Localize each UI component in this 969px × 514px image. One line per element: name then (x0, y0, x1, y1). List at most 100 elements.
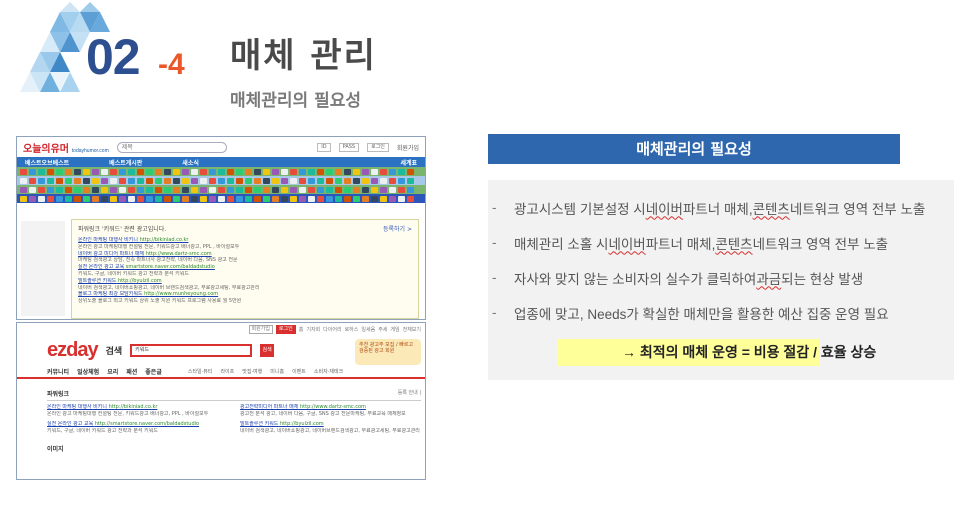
board-icon[interactable] (317, 168, 324, 175)
board-icon[interactable] (344, 186, 351, 193)
board-icon[interactable] (137, 195, 144, 202)
board-icon[interactable] (29, 186, 36, 193)
board-icon[interactable] (137, 186, 144, 193)
board-icon[interactable] (263, 186, 270, 193)
s1-search-input[interactable]: 제목 (116, 141, 227, 153)
board-icon[interactable] (65, 186, 72, 193)
board-icon[interactable] (155, 195, 162, 202)
board-icon[interactable] (335, 168, 342, 175)
s2-ad-link[interactable]: 빌트솔루션 키워드 http://byulzil.com (240, 421, 421, 428)
s1-id-field[interactable]: ID (317, 142, 331, 152)
board-icon[interactable] (407, 168, 414, 175)
board-icon[interactable] (200, 195, 207, 202)
board-icon[interactable] (182, 168, 189, 175)
board-icon[interactable] (407, 195, 414, 202)
s1-ad-link[interactable]: 온라인 마케팅 대행사 비키니 http://bikiniad.co.kr (78, 237, 412, 244)
board-icon[interactable] (281, 168, 288, 175)
board-icon[interactable] (110, 186, 117, 193)
board-icon[interactable] (101, 177, 108, 184)
board-icon[interactable] (164, 186, 171, 193)
s2-top-link[interactable]: 다이어리 (323, 326, 341, 333)
s2-signup-button[interactable]: 회원가입 (248, 324, 273, 334)
board-icon[interactable] (362, 168, 369, 175)
s1-nav-item[interactable]: 베스트오브베스트 (25, 158, 69, 167)
s2-top-link[interactable]: 홈 (299, 326, 304, 333)
board-icon[interactable] (299, 195, 306, 202)
board-icon[interactable] (353, 168, 360, 175)
board-icon[interactable] (281, 177, 288, 184)
s1-ad-link[interactable]: 네이버 광고 미디어 파트너 매체 http://www.dartz-smc.c… (78, 251, 412, 258)
board-icon[interactable] (83, 168, 90, 175)
board-icon[interactable] (353, 186, 360, 193)
board-icon[interactable] (191, 186, 198, 193)
board-icon[interactable] (362, 195, 369, 202)
board-icon[interactable] (101, 186, 108, 193)
board-icon[interactable] (92, 168, 99, 175)
board-icon[interactable] (128, 168, 135, 175)
board-icon[interactable] (92, 195, 99, 202)
board-icon[interactable] (155, 168, 162, 175)
board-icon[interactable] (389, 168, 396, 175)
board-icon[interactable] (191, 168, 198, 175)
board-icon[interactable] (38, 168, 45, 175)
board-icon[interactable] (146, 177, 153, 184)
board-icon[interactable] (398, 195, 405, 202)
s2-promo-banner[interactable]: 추천 광고주 모집 / 빠르고 검증된 광고 회원 (355, 339, 421, 365)
board-icon[interactable] (380, 177, 387, 184)
board-icon[interactable] (398, 168, 405, 175)
board-icon[interactable] (20, 195, 27, 202)
board-icon[interactable] (371, 186, 378, 193)
board-icon[interactable] (236, 168, 243, 175)
board-icon[interactable] (29, 168, 36, 175)
board-icon[interactable] (182, 186, 189, 193)
board-icon[interactable] (335, 186, 342, 193)
board-icon[interactable] (119, 186, 126, 193)
board-icon[interactable] (119, 168, 126, 175)
s1-ad-link[interactable]: 빌트솔루션 키워드 http://byulzil.com (78, 278, 412, 285)
board-icon[interactable] (236, 195, 243, 202)
board-icon[interactable] (227, 168, 234, 175)
board-icon[interactable] (218, 177, 225, 184)
board-icon[interactable] (380, 168, 387, 175)
board-icon[interactable] (317, 186, 324, 193)
board-icon[interactable] (308, 186, 315, 193)
s2-ad-link[interactable]: 광고전략미디어 파트너 매체 http://www.dartz-smc.com (240, 404, 421, 411)
board-icon[interactable] (380, 186, 387, 193)
board-icon[interactable] (20, 177, 27, 184)
board-icon[interactable] (38, 195, 45, 202)
board-icon[interactable] (245, 195, 252, 202)
board-icon[interactable] (38, 177, 45, 184)
board-icon[interactable] (155, 177, 162, 184)
board-icon[interactable] (56, 177, 63, 184)
s2-search-input[interactable]: 키워드 (130, 343, 253, 357)
board-icon[interactable] (137, 168, 144, 175)
board-icon[interactable] (56, 186, 63, 193)
board-icon[interactable] (47, 177, 54, 184)
board-icon[interactable] (20, 168, 27, 175)
board-icon[interactable] (29, 177, 36, 184)
board-icon[interactable] (317, 195, 324, 202)
board-icon[interactable] (20, 186, 27, 193)
board-icon[interactable] (110, 168, 117, 175)
board-icon[interactable] (191, 195, 198, 202)
board-icon[interactable] (362, 186, 369, 193)
board-icon[interactable] (200, 186, 207, 193)
s1-login-button[interactable]: 로그인 (367, 142, 389, 152)
board-icon[interactable] (263, 195, 270, 202)
board-icon[interactable] (272, 186, 279, 193)
board-icon[interactable] (344, 177, 351, 184)
board-icon[interactable] (74, 186, 81, 193)
board-icon[interactable] (83, 195, 90, 202)
board-icon[interactable] (290, 177, 297, 184)
board-icon[interactable] (182, 195, 189, 202)
s2-menu-item[interactable]: 요리 (107, 367, 118, 376)
board-icon[interactable] (92, 186, 99, 193)
s2-search-button[interactable]: 검색 (260, 343, 275, 357)
board-icon[interactable] (74, 168, 81, 175)
s2-top-link[interactable]: 게임 (390, 326, 399, 333)
board-icon[interactable] (308, 168, 315, 175)
board-icon[interactable] (101, 195, 108, 202)
board-icon[interactable] (290, 195, 297, 202)
board-icon[interactable] (362, 177, 369, 184)
board-icon[interactable] (173, 195, 180, 202)
